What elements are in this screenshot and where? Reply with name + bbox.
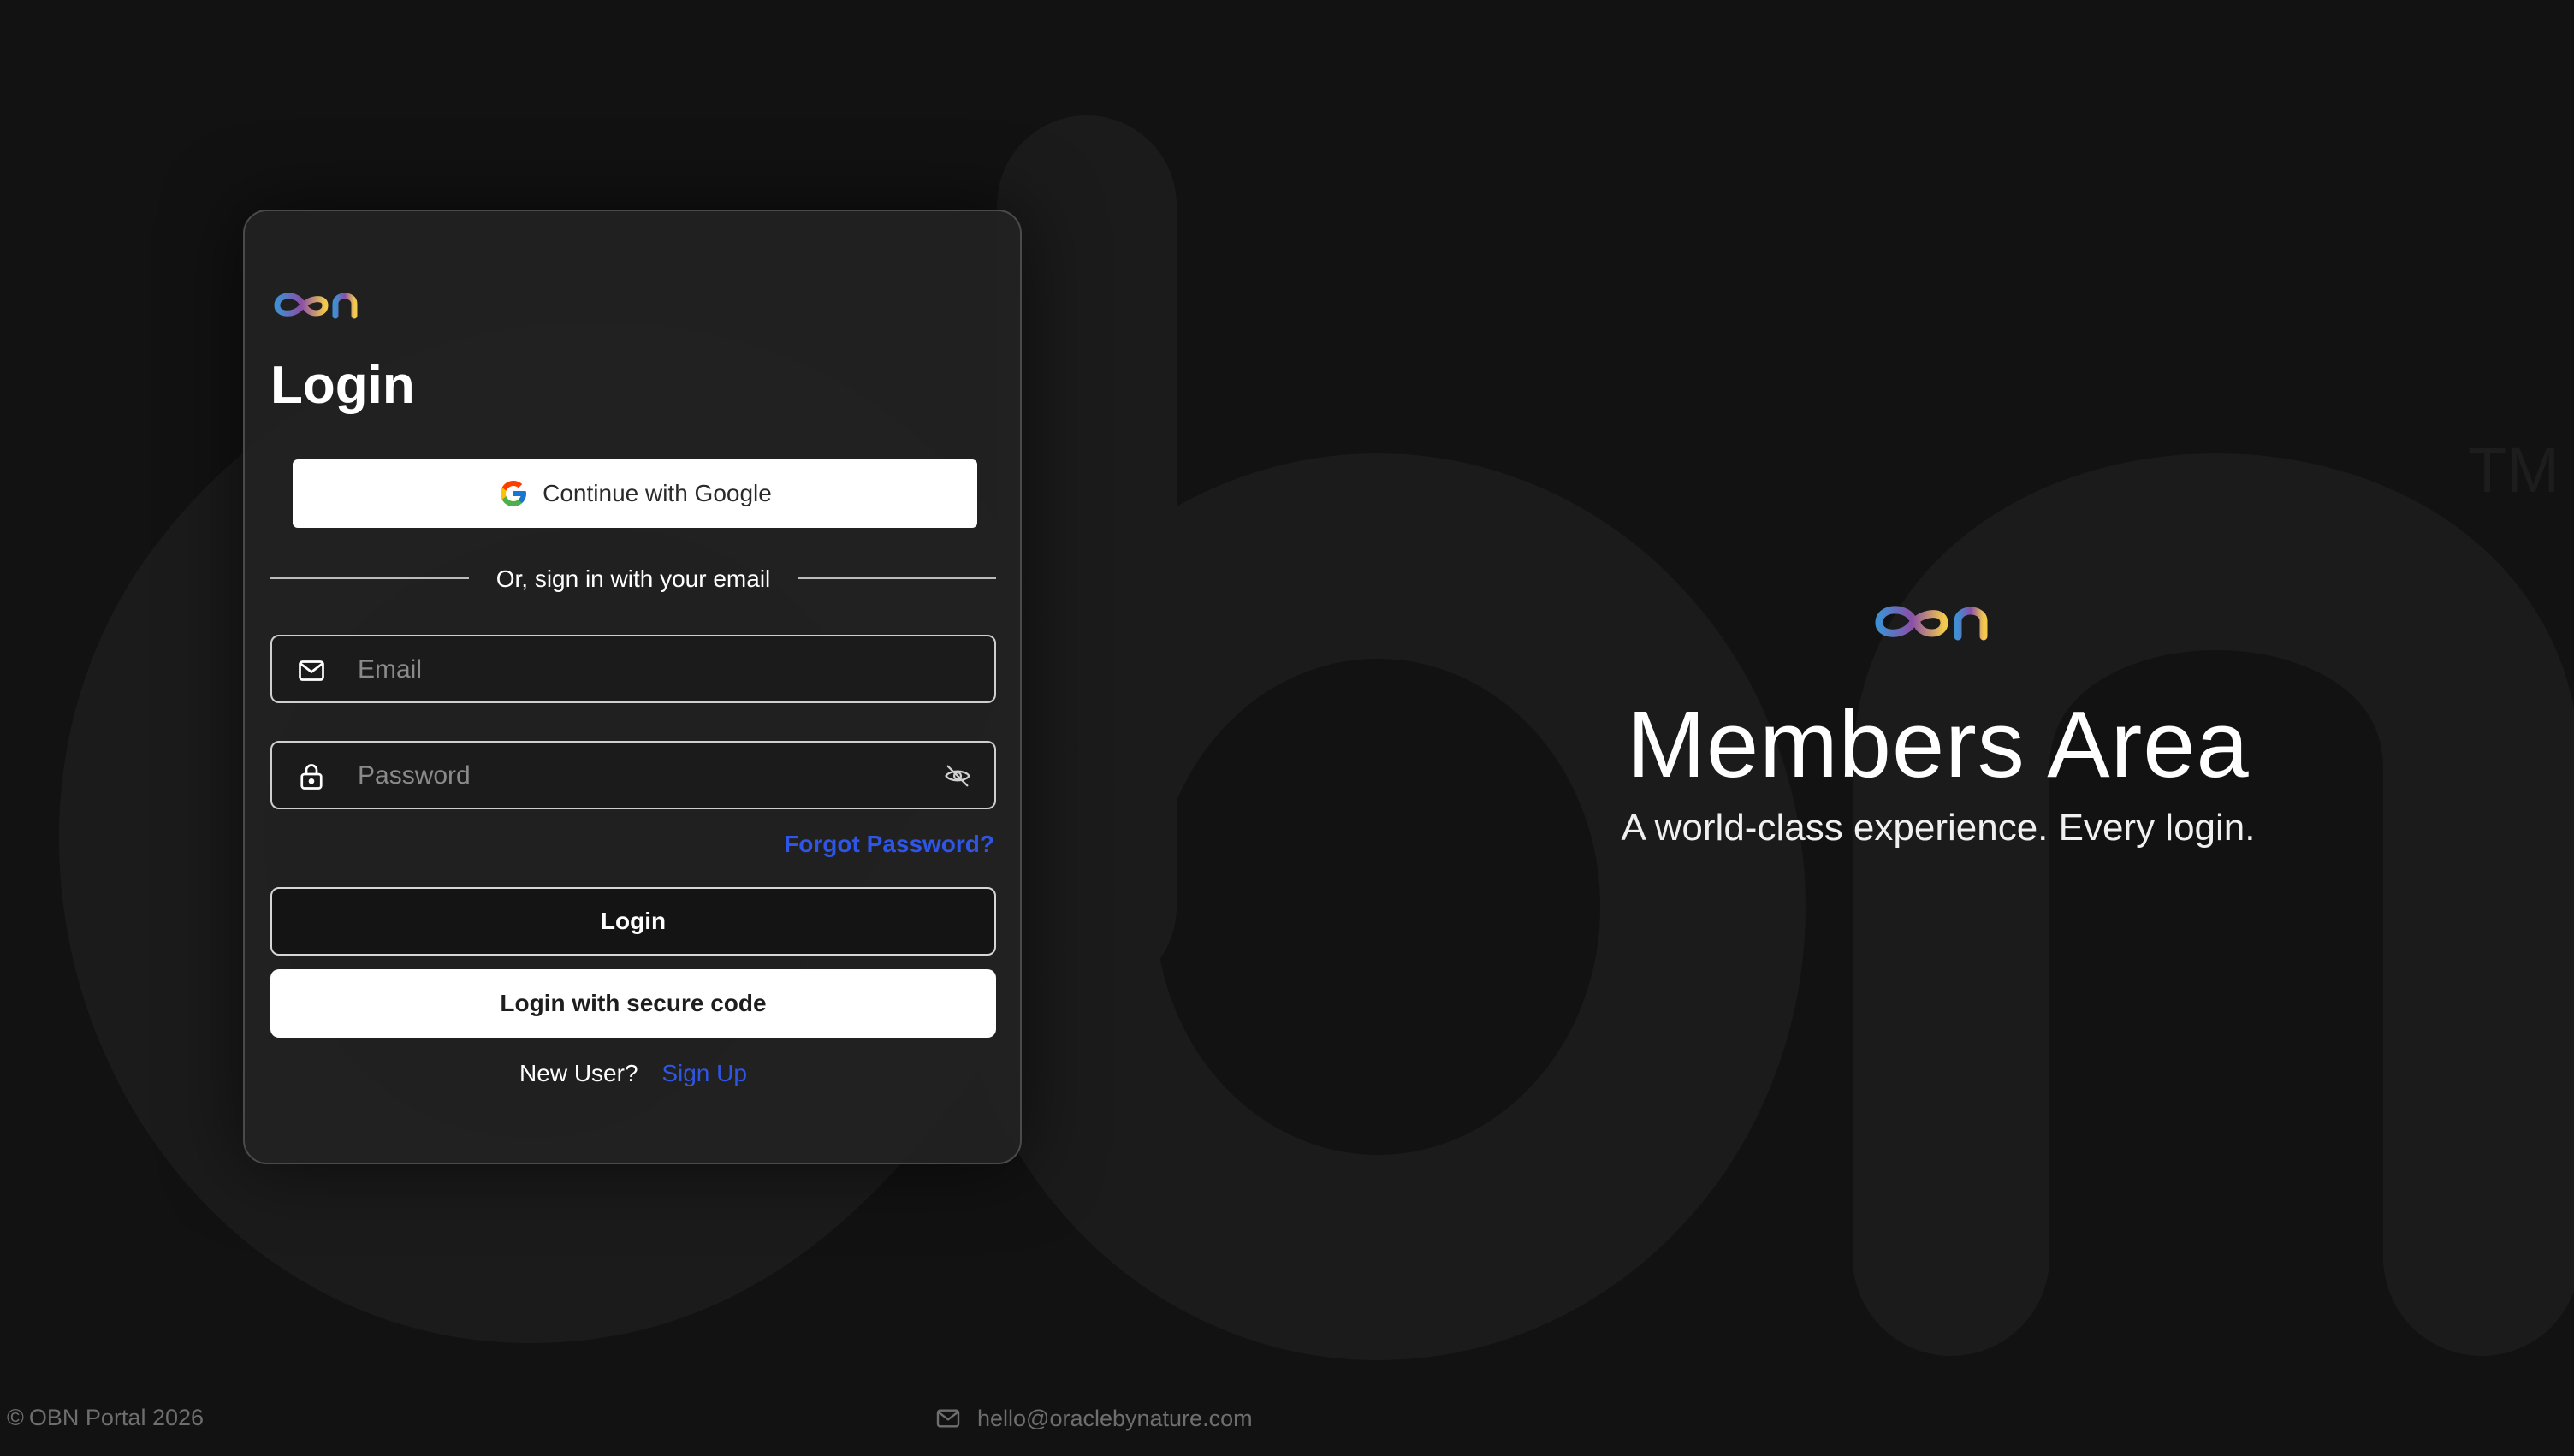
obn-logo-icon [274, 276, 358, 319]
email-field[interactable] [270, 635, 996, 703]
eye-off-icon[interactable] [943, 761, 972, 790]
copyright-icon: © [7, 1405, 24, 1430]
email-input[interactable] [356, 636, 907, 703]
sign-up-link[interactable]: Sign Up [661, 1060, 747, 1086]
password-field[interactable] [270, 741, 996, 809]
footer-copyright: © OBN Portal 2026 [7, 1405, 204, 1431]
trademark-mark: TM [2468, 435, 2559, 506]
mail-icon [299, 660, 324, 681]
mail-icon [936, 1409, 960, 1428]
lock-icon [300, 764, 323, 790]
login-title: Login [270, 356, 415, 415]
divider-text: Or, sign in with your email [495, 565, 771, 592]
obn-logo-icon [1875, 584, 1988, 641]
password-input[interactable] [356, 743, 907, 809]
hero-subtitle: A world-class experience. Every login. [1621, 807, 2256, 849]
footer-email-text: hello@oraclebynature.com [977, 1405, 1253, 1431]
new-user-text: New User? [519, 1060, 638, 1086]
google-button-label: Continue with Google [543, 480, 772, 506]
login-card: Login Continue with Google Or, sign in w… [243, 210, 1022, 1164]
copyright-text: OBN Portal 2026 [28, 1405, 205, 1430]
login-button[interactable]: Login [270, 887, 996, 956]
footer-email-link[interactable]: hello@oraclebynature.com [934, 1405, 1253, 1432]
google-g-icon [501, 481, 527, 506]
continue-with-google-button[interactable]: Continue with Google [293, 459, 977, 528]
signup-row: New User? Sign Up [270, 1058, 996, 1089]
members-area-title: Members Area [1627, 692, 2250, 797]
forgot-password-link[interactable]: Forgot Password? [784, 831, 994, 858]
login-with-secure-code-button[interactable]: Login with secure code [270, 969, 996, 1038]
